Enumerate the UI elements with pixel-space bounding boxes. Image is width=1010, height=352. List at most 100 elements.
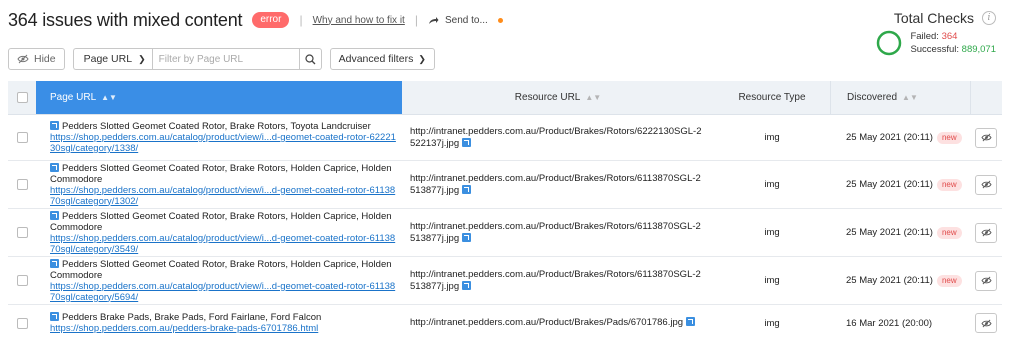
column-label: Resource URL [514, 92, 581, 103]
discovered-cell: 25 May 2021 (20:11) new [830, 209, 970, 256]
page-title-line: Pedders Slotted Geomet Coated Rotor, Bra… [50, 121, 396, 132]
eye-slash-icon [980, 276, 992, 285]
notification-dot [497, 17, 503, 23]
page-title: 364 issues with mixed content [8, 9, 243, 30]
external-link-icon[interactable] [462, 184, 472, 194]
filter-input[interactable] [151, 48, 300, 70]
page-title-text: Pedders Slotted Geomet Coated Rotor, Bra… [50, 258, 392, 281]
filter-field-select[interactable]: Page URL ❯ [72, 48, 152, 70]
resource-url-text: http://intranet.pedders.com.au/Product/B… [410, 220, 701, 244]
total-checks-panel: Total Checks i Failed: 364 Successful: 8… [846, 10, 996, 56]
external-link-icon[interactable] [50, 121, 59, 130]
sort-icon: ▲▼ [902, 93, 918, 102]
page-url-link[interactable]: https://shop.pedders.com.au/catalog/prod… [50, 281, 396, 303]
new-badge: new [936, 178, 962, 191]
table-row: Pedders Slotted Geomet Coated Rotor, Bra… [8, 257, 1002, 305]
row-checkbox[interactable] [16, 179, 28, 190]
page-url-cell: Pedders Slotted Geomet Coated Rotor, Bra… [36, 115, 402, 160]
page-url-filter: Page URL ❯ [72, 48, 322, 70]
discovered-cell: 25 May 2021 (20:11) new [830, 115, 970, 160]
resource-type-cell: img [714, 115, 830, 160]
select-all-checkbox[interactable] [16, 92, 28, 103]
row-actions-cell [970, 209, 1002, 256]
row-checkbox[interactable] [16, 275, 28, 286]
page-url-link[interactable]: https://shop.pedders.com.au/catalog/prod… [50, 185, 396, 207]
resource-type-cell: img [714, 161, 830, 208]
eye-slash-icon [17, 54, 29, 64]
external-link-icon[interactable] [50, 162, 59, 172]
column-header-discovered[interactable]: Discovered ▲▼ [830, 81, 970, 114]
table-header: Page URL ▲▼ Resource URL ▲▼ Resource Typ… [8, 81, 1002, 115]
row-hide-button[interactable] [975, 127, 997, 148]
column-header-resource-url[interactable]: Resource URL ▲▼ [402, 81, 714, 114]
new-badge: new [936, 274, 962, 287]
column-header-page-url[interactable]: Page URL ▲▼ [36, 81, 402, 114]
resource-url-cell: http://intranet.pedders.com.au/Product/B… [402, 305, 714, 341]
hide-button[interactable]: Hide [8, 48, 65, 70]
resource-url-text: http://intranet.pedders.com.au/Product/B… [410, 125, 702, 149]
resource-type-text: img [764, 132, 780, 143]
eye-slash-icon [980, 133, 992, 142]
discovered-text: 25 May 2021 (20:11) [846, 275, 933, 286]
failed-stat: Failed: 364 [910, 30, 996, 43]
successful-label: Successful: [910, 44, 960, 55]
page-url-link[interactable]: https://shop.pedders.com.au/pedders-brak… [50, 323, 396, 334]
external-link-icon[interactable] [686, 317, 696, 326]
resource-url-cell: http://intranet.pedders.com.au/Product/B… [402, 161, 714, 208]
filter-toolbar: Hide Page URL ❯ Advanced filters ❯ [8, 48, 435, 70]
checks-ring-chart [877, 30, 902, 56]
row-checkbox[interactable] [16, 227, 28, 238]
row-hide-button[interactable] [975, 270, 997, 291]
row-hide-button[interactable] [975, 313, 997, 333]
advanced-filters-button[interactable]: Advanced filters ❯ [329, 48, 435, 70]
page-url-cell: Pedders Slotted Geomet Coated Rotor, Bra… [36, 161, 402, 208]
external-link-icon[interactable] [50, 210, 59, 220]
page-url-cell: Pedders Slotted Geomet Coated Rotor, Bra… [36, 257, 402, 304]
row-checkbox-cell [8, 209, 36, 256]
table-row: Pedders Brake Pads, Brake Pads, Ford Fai… [8, 305, 1002, 341]
resource-type-text: img [764, 179, 780, 190]
eye-slash-icon [980, 180, 992, 189]
page-url-link[interactable]: https://shop.pedders.com.au/catalog/prod… [50, 233, 396, 255]
resource-url-cell: http://intranet.pedders.com.au/Product/B… [402, 115, 714, 160]
row-actions-cell [970, 305, 1002, 341]
divider: | [414, 13, 418, 27]
row-hide-button[interactable] [975, 222, 997, 243]
search-button[interactable] [299, 48, 322, 70]
external-link-icon[interactable] [462, 280, 472, 290]
resource-url-cell: http://intranet.pedders.com.au/Product/B… [402, 209, 714, 256]
page-title-text: Pedders Slotted Geomet Coated Rotor, Bra… [50, 210, 392, 233]
external-link-icon[interactable] [50, 258, 59, 268]
page-header: 364 issues with mixed content error | Wh… [8, 8, 503, 32]
discovered-cell: 16 Mar 2021 (20:00) [830, 305, 970, 341]
failed-label: Failed: [910, 31, 939, 42]
why-fix-link[interactable]: Why and how to fix it [313, 15, 405, 26]
resource-type-text: img [764, 227, 780, 238]
divider: | [299, 13, 303, 27]
page-url-cell: Pedders Brake Pads, Brake Pads, Ford Fai… [36, 305, 402, 341]
sort-icon: ▲▼ [585, 93, 602, 102]
new-badge: new [936, 131, 962, 144]
external-link-icon[interactable] [462, 232, 472, 242]
row-checkbox-cell [8, 305, 36, 341]
row-checkbox[interactable] [16, 132, 28, 143]
page-title-line: Pedders Slotted Geomet Coated Rotor, Bra… [50, 162, 396, 185]
successful-stat: Successful: 889,071 [910, 43, 996, 56]
row-checkbox-cell [8, 257, 36, 304]
eye-slash-icon [980, 228, 992, 237]
page-url-link[interactable]: https://shop.pedders.com.au/catalog/prod… [50, 132, 396, 154]
send-to-button[interactable]: Send to... [428, 15, 503, 26]
successful-value: 889,071 [961, 44, 996, 55]
resource-url-text: http://intranet.pedders.com.au/Product/B… [410, 317, 684, 328]
row-hide-button[interactable] [975, 174, 997, 195]
issues-table: Page URL ▲▼ Resource URL ▲▼ Resource Typ… [8, 81, 1002, 341]
external-link-icon[interactable] [462, 137, 472, 147]
hide-label: Hide [34, 53, 56, 65]
info-icon[interactable]: i [982, 11, 996, 25]
table-row: Pedders Slotted Geomet Coated Rotor, Bra… [8, 209, 1002, 257]
page-title-line: Pedders Brake Pads, Brake Pads, Ford Fai… [50, 312, 396, 323]
discovered-text: 16 Mar 2021 (20:00) [846, 317, 933, 329]
row-checkbox[interactable] [16, 317, 28, 329]
error-badge: error [252, 12, 290, 28]
external-link-icon[interactable] [50, 312, 59, 321]
